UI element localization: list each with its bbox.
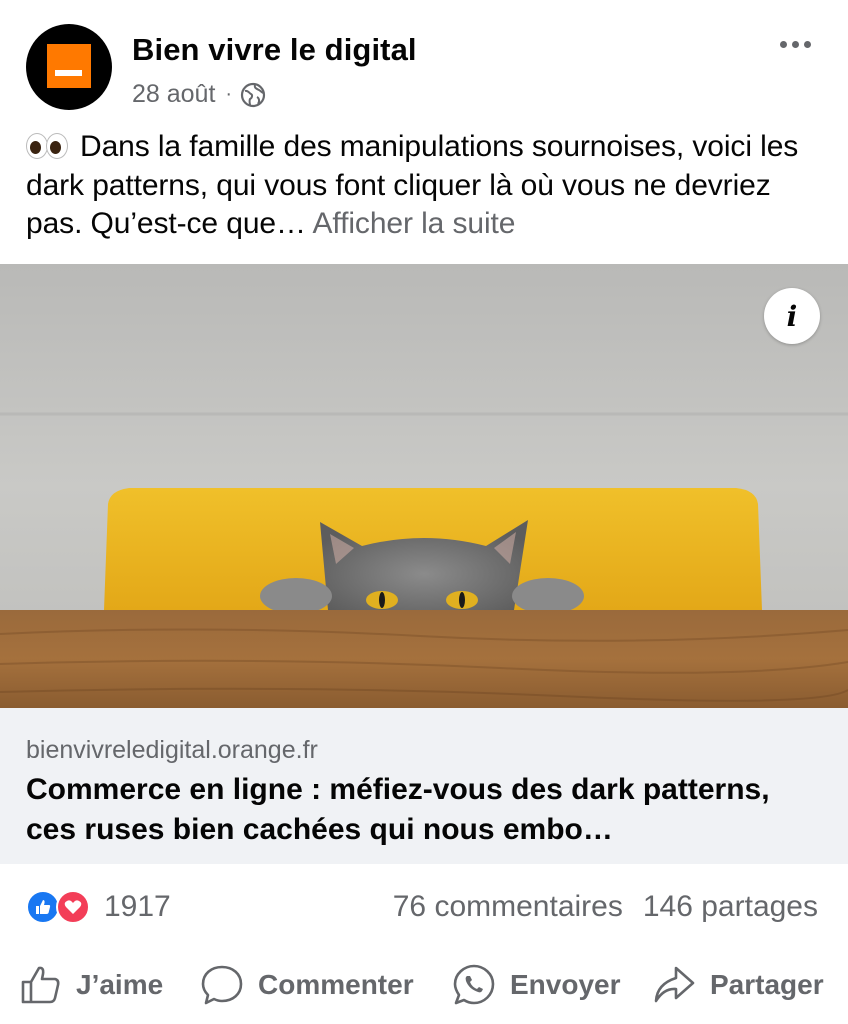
- link-domain: bienvivreledigital.orange.fr: [26, 736, 318, 764]
- meta-separator: ·: [225, 83, 233, 105]
- send-label: Envoyer: [510, 969, 621, 1000]
- post-date[interactable]: 28 août: [132, 80, 215, 109]
- orange-logo-bar: [55, 70, 82, 76]
- more-options-icon[interactable]: [780, 32, 820, 56]
- send-button[interactable]: Envoyer: [452, 964, 621, 1006]
- like-label: J’aime: [76, 969, 164, 1000]
- post-header: Bien vivre le digital 28 août ·: [0, 0, 848, 120]
- more-dot: [780, 40, 787, 48]
- share-button[interactable]: Partager: [652, 964, 824, 1006]
- globe-icon: [240, 82, 266, 107]
- thumbs-up-icon: [21, 966, 60, 1004]
- post-meta: 28 août ·: [132, 80, 266, 109]
- post-text: Dans la famille des manipulations sourno…: [26, 128, 826, 244]
- cat-photo: [0, 264, 848, 708]
- share-arrow-icon: [654, 966, 695, 1003]
- orange-logo-square: [47, 44, 91, 88]
- more-dot: [792, 40, 799, 48]
- reaction-icons[interactable]: [26, 890, 98, 926]
- link-preview-card[interactable]: bienvivreledigital.orange.fr Commerce en…: [0, 708, 848, 864]
- info-icon[interactable]: i: [764, 288, 820, 344]
- shares-count[interactable]: 146 partages: [643, 890, 818, 924]
- link-preview-image[interactable]: [0, 264, 848, 708]
- love-reaction-icon: [56, 890, 90, 924]
- engagement-stats: 76 commentaires 146 partages: [393, 890, 818, 924]
- whatsapp-icon: [453, 964, 495, 1005]
- like-button[interactable]: J’aime: [20, 964, 163, 1006]
- see-more-link[interactable]: Afficher la suite: [313, 207, 516, 240]
- comments-count[interactable]: 76 commentaires: [393, 890, 623, 924]
- more-dot: [804, 40, 811, 48]
- comment-label: Commenter: [258, 969, 414, 1000]
- comment-button[interactable]: Commenter: [200, 964, 414, 1006]
- eyes-emoji-icon: [26, 133, 70, 159]
- like-reaction-icon: [26, 890, 60, 924]
- comment-icon: [201, 965, 243, 1005]
- reaction-count[interactable]: 1917: [104, 890, 171, 924]
- reaction-bar: 1917 76 commentaires 146 partages: [0, 872, 848, 942]
- page-name[interactable]: Bien vivre le digital: [132, 32, 417, 68]
- link-title: Commerce en ligne : méfiez-vous des dark…: [26, 773, 770, 846]
- share-label: Partager: [710, 969, 824, 1000]
- page-avatar[interactable]: [26, 24, 112, 110]
- action-bar: J’aime Commenter Envoyer Partager: [0, 946, 848, 1024]
